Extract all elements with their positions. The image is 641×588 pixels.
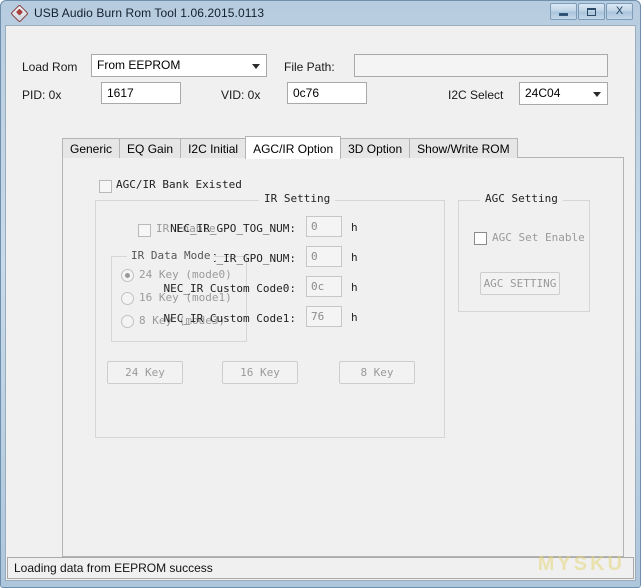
status-bar: Loading data from EEPROM success MYSKU: [7, 553, 634, 579]
16-key-button[interactable]: 16 Key: [222, 361, 298, 384]
vid-label: VID: 0x: [221, 88, 261, 102]
tab-strip: Generic EQ Gain I2C Initial AGC/IR Optio…: [62, 136, 518, 159]
nec-ir-custom-code1-unit: h: [351, 311, 358, 324]
nec-ir-custom-code1-label: NEC_IR Custom Code1:: [163, 312, 296, 325]
ir-data-mode-title: IR Data Mode: [127, 249, 215, 262]
nec-ir-custom-code0-input[interactable]: 0c: [306, 276, 342, 297]
nec-ir-custom-code0-unit: h: [351, 281, 358, 294]
agc-ir-bank-existed-checkbox[interactable]: [99, 180, 112, 193]
chevron-down-icon: [593, 91, 601, 97]
window-controls: X: [550, 3, 633, 20]
close-icon: X: [615, 5, 624, 17]
file-path-input[interactable]: [354, 54, 608, 77]
agc-set-enable-label: AGC Set Enable: [492, 231, 585, 244]
maximize-button[interactable]: [578, 3, 605, 20]
vid-input[interactable]: 0c76: [287, 82, 367, 104]
nec-ir-custom-code1-input[interactable]: 76: [306, 306, 342, 327]
watermark-text: MYSKU: [537, 553, 625, 575]
close-button[interactable]: X: [606, 3, 633, 20]
agc-set-enable-checkbox[interactable]: [474, 232, 487, 245]
nec-ir-custom-code0-label: NEC_IR Custom Code0:: [163, 282, 296, 295]
application-window: USB Audio Burn Rom Tool 1.06.2015.0113 X…: [0, 0, 641, 588]
ir-setting-title: IR Setting: [259, 192, 336, 205]
minimize-icon: [551, 4, 576, 19]
file-path-label: File Path:: [284, 60, 335, 74]
load-rom-select[interactable]: From EEPROM: [91, 54, 267, 77]
nec-ir-gpo-num-unit: h: [351, 251, 358, 264]
tab-3d-option[interactable]: 3D Option: [340, 138, 411, 158]
24-key-button[interactable]: 24 Key: [107, 361, 183, 384]
8-key-button[interactable]: 8 Key: [339, 361, 415, 384]
client-area: Load Rom From EEPROM File Path: PID: 0x …: [5, 25, 636, 581]
i2c-select-dropdown[interactable]: 24C04: [519, 82, 608, 105]
i2c-select-label: I2C Select: [448, 88, 504, 102]
radio-mode0[interactable]: [121, 269, 134, 282]
nec-ir-gpo-tog-num-input[interactable]: 0: [306, 216, 342, 237]
top-controls: Load Rom From EEPROM File Path: PID: 0x …: [6, 26, 635, 105]
tab-content-panel: AGC/IR Bank Existed IR Setting IR Enable…: [62, 157, 624, 557]
nec-ir-gpo-num-input[interactable]: 0: [306, 246, 342, 267]
pid-input[interactable]: 1617: [101, 82, 181, 104]
title-bar[interactable]: USB Audio Burn Rom Tool 1.06.2015.0113 X: [5, 1, 636, 25]
tab-generic[interactable]: Generic: [62, 138, 121, 158]
agc-setting-group: [458, 200, 590, 312]
app-gem-icon: [10, 4, 29, 23]
window-title: USB Audio Burn Rom Tool 1.06.2015.0113: [34, 6, 265, 20]
agc-setting-title: AGC Setting: [480, 192, 563, 205]
nec-ir-gpo-tog-num-label: NEC_IR_GPO_TOG_NUM:: [170, 222, 296, 235]
pid-label: PID: 0x: [22, 88, 62, 102]
tab-agc-ir-option[interactable]: AGC/IR Option: [245, 136, 342, 159]
agc-ir-bank-existed-label: AGC/IR Bank Existed: [116, 178, 242, 191]
agc-setting-button[interactable]: AGC SETTING: [480, 272, 560, 295]
nec-ir-gpo-tog-num-unit: h: [351, 221, 358, 234]
status-message: Loading data from EEPROM success: [14, 561, 213, 575]
i2c-selected-value: 24C04: [525, 86, 561, 100]
radio-mode0-label: 24 Key (mode0): [139, 268, 232, 281]
load-rom-selected-value: From EEPROM: [97, 58, 181, 72]
load-rom-label: Load Rom: [22, 60, 78, 74]
tab-show-write-rom[interactable]: Show/Write ROM: [409, 138, 518, 158]
chevron-down-icon: [252, 63, 260, 69]
maximize-icon: [579, 4, 604, 19]
tab-i2c-initial[interactable]: I2C Initial: [180, 138, 247, 158]
tab-eq-gain[interactable]: EQ Gain: [119, 138, 182, 158]
minimize-button[interactable]: [550, 3, 577, 20]
